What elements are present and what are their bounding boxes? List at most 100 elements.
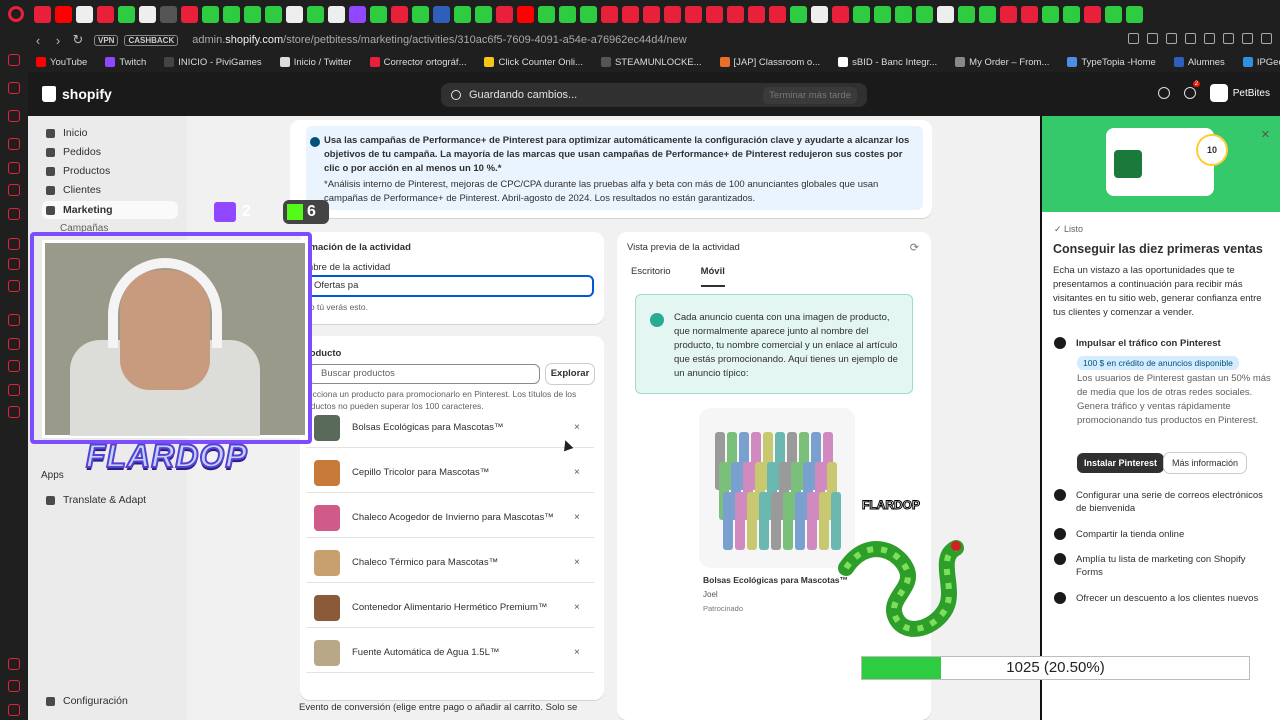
browser-tab[interactable] [1063, 5, 1080, 23]
browser-tab[interactable] [223, 5, 240, 23]
browser-tab[interactable] [979, 5, 996, 23]
browser-tab[interactable] [559, 5, 576, 23]
opera-logo-icon[interactable] [8, 6, 24, 22]
browser-tab[interactable] [160, 5, 177, 23]
sidebar-home-icon[interactable] [8, 54, 20, 66]
browser-tab[interactable] [370, 5, 387, 23]
browser-tab[interactable] [286, 5, 303, 23]
browser-tab[interactable] [475, 5, 492, 23]
bookmark-item[interactable]: Click Counter Onli... [484, 57, 583, 68]
nav-item-inicio[interactable]: Inicio [42, 124, 178, 142]
browser-tab-bar[interactable] [0, 0, 1280, 28]
browser-tab[interactable] [97, 5, 114, 23]
url-text[interactable]: admin.shopify.com/store/petbitess/market… [192, 34, 687, 46]
sidebar-instagram-icon[interactable] [8, 110, 20, 122]
remove-product-icon[interactable]: × [574, 557, 594, 568]
bookmark-item[interactable]: My Order – From... [955, 57, 1049, 68]
browser-tab[interactable] [1042, 5, 1059, 23]
sidebar-x-close-icon[interactable] [8, 658, 20, 670]
bookmark-icon[interactable] [1128, 33, 1139, 44]
bookmark-item[interactable]: Alumnes [1173, 57, 1225, 68]
activity-name-input[interactable]: Ofertas pa [306, 275, 594, 297]
menu-icon[interactable] [1261, 33, 1272, 44]
sidebar-tiktok-icon[interactable] [8, 138, 20, 150]
browser-tab[interactable] [454, 5, 471, 23]
setup-item-share[interactable]: Compartir la tienda online [1054, 528, 1272, 541]
product-row[interactable]: Contenedor Alimentario Hermético Premium… [306, 588, 594, 628]
sidebar-extensions-icon[interactable] [8, 384, 20, 396]
browser-tab[interactable] [433, 5, 450, 23]
sidebar-telegram-icon[interactable] [8, 208, 20, 220]
bookmark-item[interactable]: YouTube [36, 57, 87, 68]
nav-item-clientes[interactable]: Clientes [42, 181, 178, 199]
browser-tab[interactable] [832, 5, 849, 23]
nav-item-pedidos[interactable]: Pedidos [42, 143, 178, 161]
setup-item-discount[interactable]: Ofrecer un descuento a los clientes nuev… [1054, 592, 1272, 605]
browser-tab[interactable] [1126, 5, 1143, 23]
browser-tab[interactable] [139, 5, 156, 23]
bell-icon[interactable]: 2 [1183, 81, 1201, 99]
nav-item-translate[interactable]: Translate & Adapt [42, 491, 178, 509]
explore-button[interactable]: Explorar [546, 364, 594, 384]
nav-item-productos[interactable]: Productos [42, 162, 178, 180]
download-icon[interactable] [1242, 33, 1253, 44]
browser-tab[interactable] [307, 5, 324, 23]
browser-tab[interactable] [601, 5, 618, 23]
browser-tab[interactable] [853, 5, 870, 23]
bookmark-item[interactable]: Inicio / Twitter [279, 57, 352, 68]
browser-tab[interactable] [328, 5, 345, 23]
product-row[interactable]: Chaleco Acogedor de Invierno para Mascot… [306, 498, 594, 538]
flow-icon[interactable] [1185, 33, 1196, 44]
sidebar-more-icon[interactable] [8, 704, 20, 716]
bookmark-item[interactable]: sBID - Banc Integr... [838, 57, 937, 68]
nav-apps[interactable]: Apps [41, 470, 64, 481]
reload-icon[interactable]: ↻ [68, 32, 88, 48]
browser-tab[interactable] [769, 5, 786, 23]
back-icon[interactable]: ‹ [28, 33, 48, 48]
browser-tab[interactable] [391, 5, 408, 23]
remove-product-icon[interactable]: × [574, 512, 594, 523]
browser-tab[interactable] [244, 5, 261, 23]
close-icon[interactable]: ✕ [1261, 128, 1270, 141]
browser-tab[interactable] [937, 5, 954, 23]
bookmark-item[interactable]: Corrector ortográf... [369, 57, 466, 68]
browser-tab[interactable] [643, 5, 660, 23]
setup-item-emails[interactable]: Configurar una serie de correos electrón… [1054, 489, 1272, 515]
sidebar-whatsapp-icon[interactable] [8, 162, 20, 174]
browser-tab[interactable] [1000, 5, 1017, 23]
browser-tab[interactable] [622, 5, 639, 23]
setup-item-forms[interactable]: Amplía tu lista de marketing con Shopify… [1054, 553, 1272, 579]
browser-tab[interactable] [55, 5, 72, 23]
browser-tab[interactable] [1021, 5, 1038, 23]
sidebar-history-icon[interactable] [8, 314, 20, 326]
browser-tab[interactable] [1105, 5, 1122, 23]
browser-tab[interactable] [496, 5, 513, 23]
bookmark-item[interactable]: STEAMUNLOCKE... [600, 57, 702, 68]
sidebar-messenger-icon[interactable] [8, 82, 20, 94]
browser-tab[interactable] [895, 5, 912, 23]
vpn-badge[interactable]: VPN [94, 34, 119, 46]
browser-tab[interactable] [349, 5, 366, 23]
browser-tab[interactable] [958, 5, 975, 23]
sidebar-twitch-icon[interactable] [8, 258, 20, 270]
sidebar-x-icon[interactable] [8, 280, 20, 292]
remove-product-icon[interactable]: × [574, 467, 594, 478]
product-row[interactable]: Bolsas Ecológicas para Mascotas™ × [306, 408, 594, 448]
nav-item-settings[interactable]: Configuración [42, 692, 178, 710]
browser-tab[interactable] [790, 5, 807, 23]
browser-tab[interactable] [412, 5, 429, 23]
browser-tab[interactable] [664, 5, 681, 23]
browser-tab[interactable] [580, 5, 597, 23]
browser-tab[interactable] [34, 5, 51, 23]
sidebar-discord-icon[interactable] [8, 184, 20, 196]
browser-tab[interactable] [517, 5, 534, 23]
browser-tab[interactable] [538, 5, 555, 23]
browser-tab[interactable] [916, 5, 933, 23]
browser-tab[interactable] [685, 5, 702, 23]
remove-product-icon[interactable]: × [574, 602, 594, 613]
sidebar-spotify-icon[interactable] [8, 238, 20, 250]
sidebar-gx-icon[interactable] [8, 680, 20, 692]
remove-product-icon[interactable]: × [574, 647, 594, 658]
bookmark-item[interactable]: INICIO - PiviGames [164, 57, 262, 68]
browser-tab[interactable] [1084, 5, 1101, 23]
